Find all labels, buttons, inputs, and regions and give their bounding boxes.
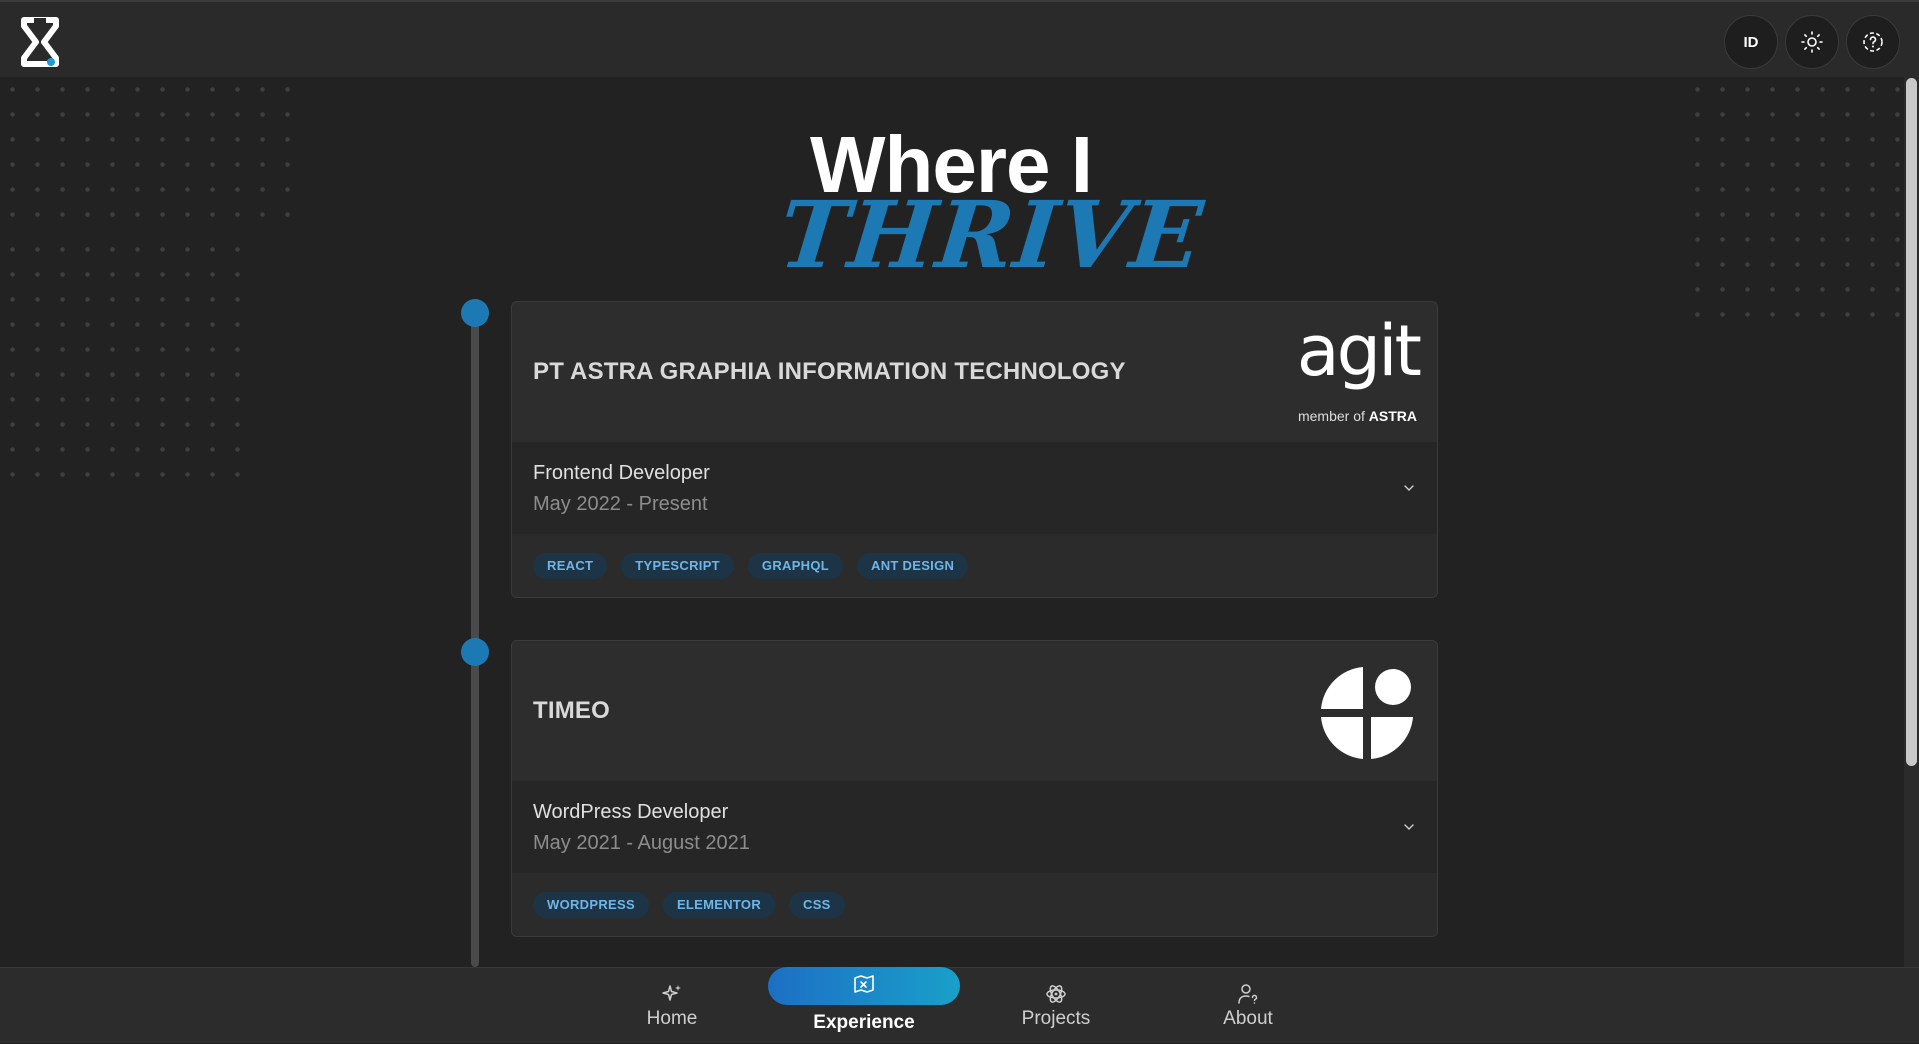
theme-toggle-button[interactable]	[1785, 15, 1839, 69]
role-row-toggle[interactable]: WordPress Developer May 2021 - August 20…	[512, 781, 1437, 873]
nav-projects-label: Projects	[1021, 1008, 1091, 1029]
nav-home-label: Home	[646, 1008, 698, 1029]
nav-about-label: About	[1223, 1008, 1273, 1029]
heading-thrive: THRIVE	[774, 181, 1209, 289]
experience-card: TIMEO WordPress Developer May 2021 - Aug…	[511, 640, 1438, 937]
sparkles-icon	[662, 985, 681, 1001]
top-bar: ID	[0, 0, 1919, 77]
agit-logo: agit member of ASTRA	[1289, 310, 1422, 428]
dot-pattern-right	[1685, 77, 1907, 317]
hourglass-logo-icon[interactable]	[20, 16, 60, 68]
tech-tag: ANT DESIGN	[857, 553, 969, 579]
role-title: WordPress Developer	[533, 801, 729, 823]
help-icon	[1863, 32, 1883, 52]
nav-home[interactable]: Home	[576, 968, 768, 1044]
scrollbar-thumb[interactable]	[1906, 78, 1917, 766]
company-name: PT ASTRA GRAPHIA INFORMATION TECHNOLOGY	[533, 358, 1126, 385]
tech-tag: GRAPHQL	[747, 553, 844, 579]
tech-tags: REACT TYPESCRIPT GRAPHQL ANT DESIGN	[512, 534, 1437, 597]
user-question-icon	[1238, 984, 1258, 1004]
tech-tags: WORDPRESS ELEMENTOR CSS	[512, 873, 1437, 936]
role-period: May 2021 - August 2021	[533, 832, 750, 854]
card-header: TIMEO	[512, 641, 1437, 781]
language-label: ID	[1743, 33, 1759, 51]
help-button[interactable]	[1846, 15, 1900, 69]
nav-about[interactable]: About	[1152, 968, 1344, 1044]
bottom-nav: Home Experience Projects About	[0, 967, 1919, 1043]
experience-card: PT ASTRA GRAPHIA INFORMATION TECHNOLOGY …	[511, 301, 1438, 598]
dot-pattern-left-bottom	[0, 237, 240, 487]
role-row-toggle[interactable]: Frontend Developer May 2022 - Present	[512, 442, 1437, 534]
tech-tag: ELEMENTOR	[662, 892, 776, 918]
role-title: Frontend Developer	[533, 462, 710, 484]
language-toggle-button[interactable]: ID	[1724, 15, 1778, 69]
timeline-dot	[461, 638, 489, 666]
role-period: May 2022 - Present	[533, 493, 708, 515]
chevron-down-icon[interactable]	[1401, 819, 1417, 835]
tech-tag: TYPESCRIPT	[621, 553, 734, 579]
nav-projects[interactable]: Projects	[960, 968, 1152, 1044]
tech-tag: CSS	[789, 892, 845, 918]
dot-pattern-left-top	[0, 77, 310, 237]
agit-logo-subtitle: member of ASTRA	[1297, 408, 1417, 424]
company-name: TIMEO	[533, 697, 610, 724]
tech-tag: REACT	[533, 553, 608, 579]
card-header: PT ASTRA GRAPHIA INFORMATION TECHNOLOGY …	[512, 302, 1437, 442]
sun-icon	[1801, 31, 1823, 53]
map-icon	[854, 975, 874, 993]
atom-icon	[1046, 985, 1066, 1003]
nav-experience[interactable]: Experience	[768, 967, 960, 1044]
timeo-logo-icon	[1321, 667, 1413, 759]
chevron-down-icon[interactable]	[1401, 480, 1417, 496]
agit-logo-text: agit	[1296, 310, 1422, 392]
nav-experience-label: Experience	[813, 1012, 915, 1033]
timeline-dot	[461, 299, 489, 327]
section-heading: Where I THRIVE	[774, 119, 1208, 289]
tech-tag: WORDPRESS	[533, 892, 649, 918]
